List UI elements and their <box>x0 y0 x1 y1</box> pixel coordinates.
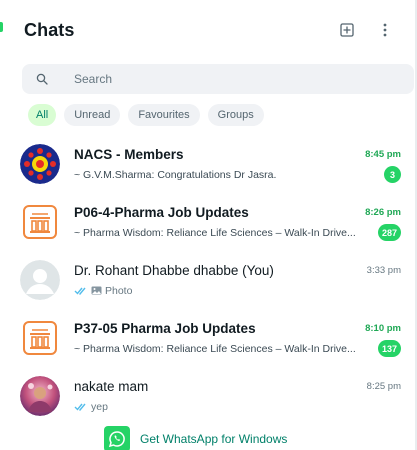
chat-preview-row: yep <box>74 401 108 413</box>
building-icon <box>23 205 57 239</box>
avatar <box>20 260 60 300</box>
chat-preview: ~ Pharma Wisdom: Reliance Life Sciences … <box>74 226 356 239</box>
chat-bottom-row: ~ G.V.M.Sharma: Congratulations Dr Jasra… <box>74 166 401 184</box>
promo-label: Get WhatsApp for Windows <box>140 432 288 446</box>
whatsapp-chat-panel: Chats All Unread Favourites <box>0 0 417 450</box>
whatsapp-logo-icon <box>104 426 130 450</box>
chat-preview: ~ G.V.M.Sharma: Congratulations Dr Jasra… <box>74 168 277 181</box>
search-icon <box>34 71 50 87</box>
double-tick-icon <box>74 402 88 411</box>
chat-item-nacs-members[interactable]: NACS - Members 8:45 pm ~ G.V.M.Sharma: C… <box>0 135 415 193</box>
unread-badge: 287 <box>377 224 401 241</box>
chat-time: 8:26 pm <box>365 207 401 218</box>
chat-body: NACS - Members 8:45 pm ~ G.V.M.Sharma: C… <box>74 145 415 184</box>
chat-top-row: P06-4-Pharma Job Updates 8:26 pm <box>74 203 401 223</box>
chat-list: NACS - Members 8:45 pm ~ G.V.M.Sharma: C… <box>0 135 415 425</box>
chat-bottom-row: ~ Pharma Wisdom: Reliance Life Sciences … <box>74 340 401 358</box>
chat-bottom-row: ~ Pharma Wisdom: Reliance Life Sciences … <box>74 224 401 242</box>
chat-item-self[interactable]: Dr. Rohant Dhabbe dhabbe (You) 3:33 pm P… <box>0 251 415 309</box>
chat-name: Dr. Rohant Dhabbe dhabbe (You) <box>74 263 274 278</box>
photo-icon <box>91 286 102 295</box>
chat-name: P37-05 Pharma Job Updates <box>74 321 256 336</box>
group-logo-icon <box>20 144 60 184</box>
chat-body: P06-4-Pharma Job Updates 8:26 pm ~ Pharm… <box>74 203 415 242</box>
chat-bottom-row: yep <box>74 398 401 416</box>
chat-top-row: NACS - Members 8:45 pm <box>74 145 401 165</box>
chat-time: 3:33 pm <box>366 265 401 276</box>
chat-body: P37-05 Pharma Job Updates 8:10 pm ~ Phar… <box>74 319 415 358</box>
get-whatsapp-windows-link[interactable]: Get WhatsApp for Windows <box>104 426 287 450</box>
new-chat-button[interactable] <box>335 18 359 42</box>
page-title: Chats <box>24 19 75 40</box>
filter-all[interactable]: All <box>28 104 57 126</box>
filter-groups[interactable]: Groups <box>207 104 264 126</box>
building-icon <box>23 321 57 355</box>
chat-top-row: Dr. Rohant Dhabbe dhabbe (You) 3:33 pm <box>74 261 401 281</box>
chat-bottom-row: Photo <box>74 282 401 300</box>
menu-button[interactable] <box>373 18 397 42</box>
avatar <box>20 376 60 416</box>
search-input[interactable] <box>74 72 374 86</box>
chat-top-row: P37-05 Pharma Job Updates 8:10 pm <box>74 319 401 339</box>
unread-badge: 137 <box>377 340 401 357</box>
chat-time: 8:25 pm <box>366 381 401 392</box>
chat-body: nakate mam 8:25 pm yep <box>74 377 415 416</box>
filter-chips: All Unread Favourites Groups <box>28 103 272 127</box>
chat-top-row: nakate mam 8:25 pm <box>74 377 401 397</box>
chat-time: 8:10 pm <box>365 323 401 334</box>
chat-name: P06-4-Pharma Job Updates <box>74 205 249 220</box>
new-chat-icon <box>340 23 354 37</box>
double-tick-icon <box>74 286 88 295</box>
profile-photo-icon <box>20 376 60 416</box>
chat-name: nakate mam <box>74 379 149 394</box>
search-bar[interactable] <box>22 64 414 94</box>
chat-item-nakate-mam[interactable]: nakate mam 8:25 pm yep <box>0 367 415 425</box>
chat-body: Dr. Rohant Dhabbe dhabbe (You) 3:33 pm P… <box>74 261 415 300</box>
chats-header: Chats <box>0 0 415 60</box>
avatar <box>20 144 60 184</box>
kebab-menu-icon <box>383 23 387 37</box>
filter-unread[interactable]: Unread <box>64 104 121 126</box>
chat-preview: yep <box>91 400 108 413</box>
avatar <box>20 202 60 242</box>
default-avatar-icon <box>20 260 60 300</box>
chat-time: 8:45 pm <box>365 149 401 160</box>
chat-preview: ~ Pharma Wisdom: Reliance Life Sciences … <box>74 342 356 355</box>
chat-preview: Photo <box>105 284 133 297</box>
filter-favourites[interactable]: Favourites <box>128 104 200 126</box>
chat-name: NACS - Members <box>74 147 184 162</box>
chat-item-p37-05-pharma-job-updates[interactable]: P37-05 Pharma Job Updates 8:10 pm ~ Phar… <box>0 309 415 367</box>
avatar <box>20 318 60 358</box>
chat-item-p06-4-pharma-job-updates[interactable]: P06-4-Pharma Job Updates 8:26 pm ~ Pharm… <box>0 193 415 251</box>
chat-preview-row: Photo <box>74 285 132 297</box>
unread-badge: 3 <box>384 166 401 183</box>
